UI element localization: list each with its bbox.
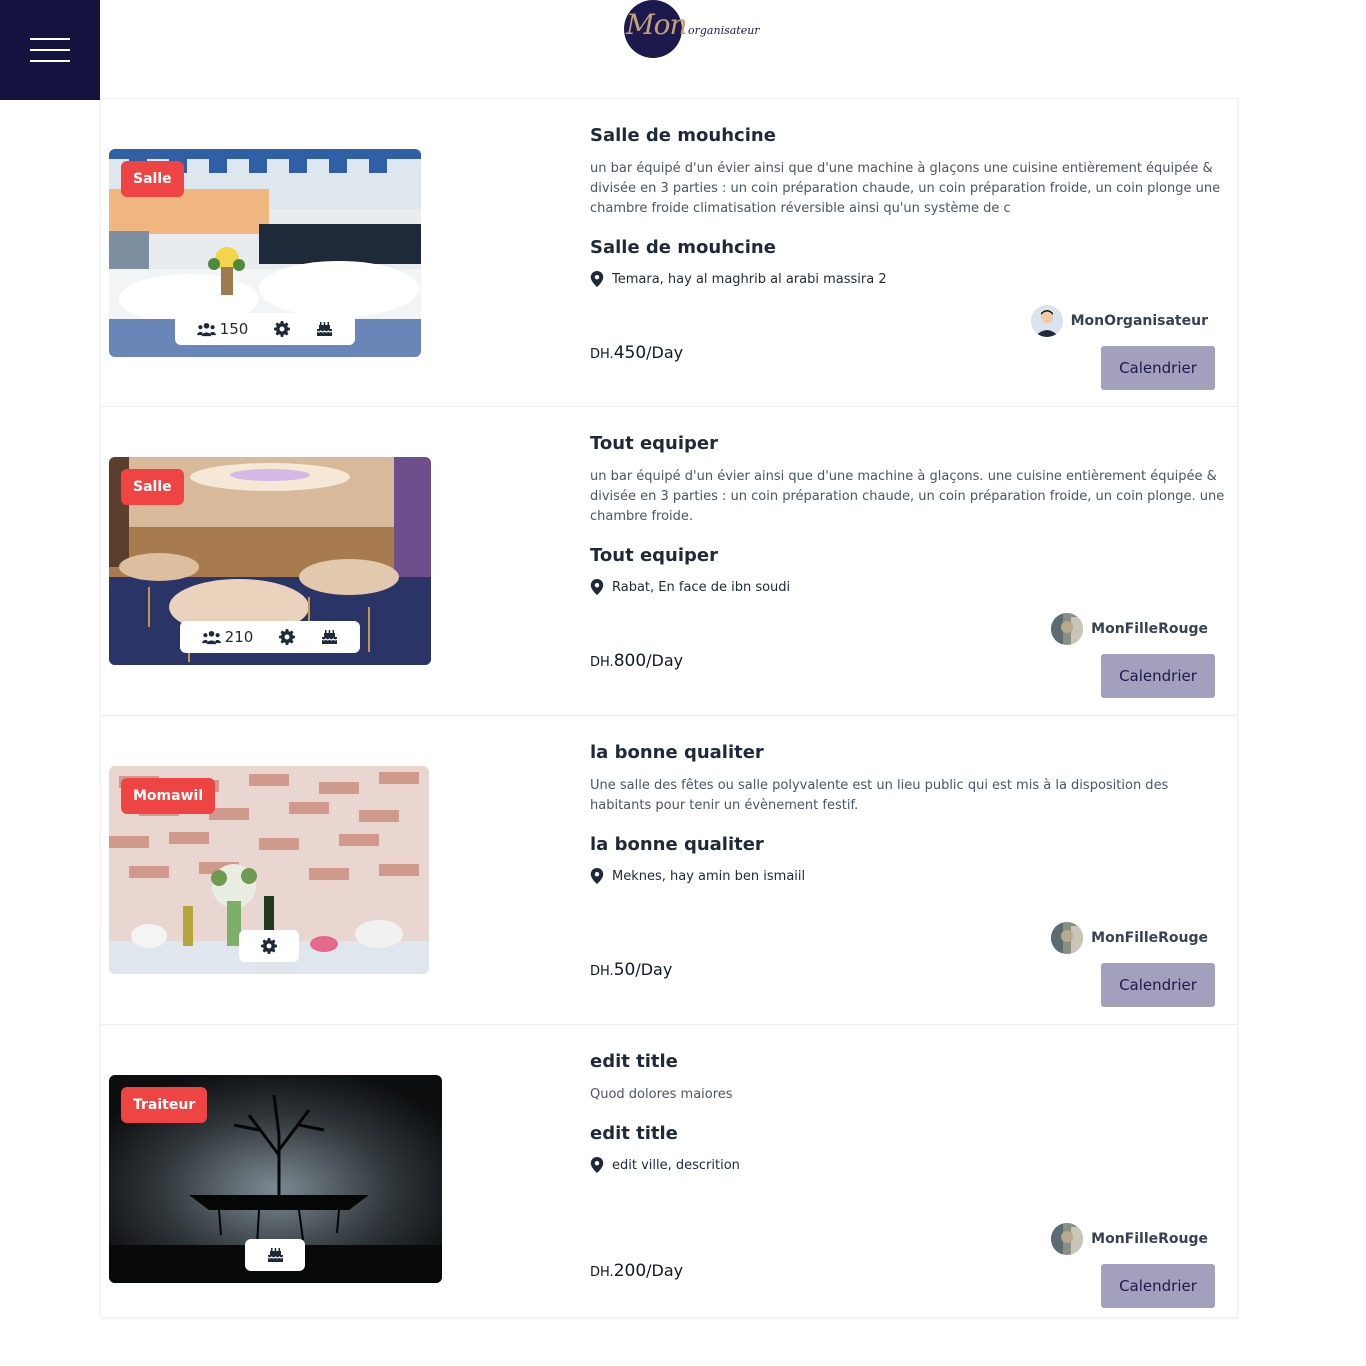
price-amount: 50 bbox=[613, 960, 636, 980]
cake-icon bbox=[321, 630, 338, 644]
listing-title[interactable]: la bonne qualiter bbox=[590, 742, 764, 763]
feature-bar: 150 bbox=[175, 313, 355, 345]
listing-title[interactable]: Tout equiper bbox=[590, 433, 718, 454]
listing-photo[interactable]: Traiteur bbox=[109, 1075, 442, 1283]
menu-toggle-button[interactable] bbox=[0, 0, 100, 100]
map-pin-icon bbox=[590, 271, 604, 287]
owner-name: MonFilleRouge bbox=[1091, 930, 1208, 946]
listing-subtitle: la bonne qualiter bbox=[590, 834, 764, 855]
owner[interactable]: MonFilleRouge bbox=[1051, 1223, 1208, 1255]
cake-icon bbox=[267, 1248, 283, 1262]
listing-description: Une salle des fêtes ou salle polyvalente… bbox=[590, 778, 1169, 813]
owner-name: MonFilleRouge bbox=[1091, 621, 1208, 637]
location-text: edit ville, descrition bbox=[612, 1157, 740, 1173]
listing-price: DH.450/Day bbox=[590, 343, 683, 363]
hamburger-menu-icon-bar bbox=[30, 49, 70, 51]
listing-price: DH.200/Day bbox=[590, 1261, 683, 1281]
price-currency: DH. bbox=[590, 347, 614, 362]
map-pin-icon bbox=[590, 579, 604, 595]
cake-icon bbox=[316, 322, 333, 336]
map-pin-icon bbox=[590, 1157, 604, 1173]
calendar-button[interactable]: Calendrier bbox=[1101, 346, 1215, 390]
listing-title[interactable]: edit title bbox=[590, 1051, 678, 1072]
logo-word: organisateur bbox=[688, 24, 760, 37]
category-badge: Salle bbox=[121, 469, 184, 505]
users-icon bbox=[196, 322, 216, 336]
owner-name: MonOrganisateur bbox=[1070, 313, 1208, 329]
location-text: Rabat, En face de ibn soudi bbox=[612, 579, 791, 595]
listing-location: Rabat, En face de ibn soudi bbox=[590, 579, 790, 595]
location-text: Temara, hay al maghrib al arabi massira … bbox=[612, 271, 887, 287]
avatar bbox=[1051, 1223, 1084, 1255]
listing-location: edit ville, descrition bbox=[590, 1157, 740, 1173]
listing-photo[interactable]: Salle 210 bbox=[109, 457, 431, 665]
price-period: /Day bbox=[646, 651, 684, 670]
location-text: Meknes, hay amin ben ismaiil bbox=[612, 868, 806, 884]
calendar-button[interactable]: Calendrier bbox=[1101, 1264, 1215, 1308]
category-badge: Momawil bbox=[121, 778, 216, 814]
price-amount: 450 bbox=[613, 343, 647, 363]
category-badge: Salle bbox=[121, 161, 184, 197]
calendar-button[interactable]: Calendrier bbox=[1101, 654, 1215, 698]
owner[interactable]: MonOrganisateur bbox=[1030, 305, 1208, 337]
listing-subtitle: Salle de mouhcine bbox=[590, 237, 776, 258]
listing-location: Temara, hay al maghrib al arabi massira … bbox=[590, 271, 887, 287]
price-currency: DH. bbox=[590, 1265, 614, 1280]
price-period: /Day bbox=[646, 343, 684, 362]
avatar bbox=[1051, 613, 1084, 645]
hamburger-menu-icon bbox=[30, 38, 70, 40]
feature-bar: 210 bbox=[180, 621, 360, 653]
price-amount: 800 bbox=[613, 651, 647, 671]
listing-subtitle: Tout equiper bbox=[590, 545, 718, 566]
listing-title[interactable]: Salle de mouhcine bbox=[590, 125, 776, 146]
avatar bbox=[1051, 922, 1084, 954]
hamburger-menu-icon-bar bbox=[30, 60, 70, 62]
capacity-value: 210 bbox=[224, 628, 254, 646]
users-icon bbox=[201, 630, 221, 644]
capacity-feature: 210 bbox=[201, 628, 254, 646]
listing-photo[interactable]: Salle 150 bbox=[109, 149, 421, 357]
owner[interactable]: MonFilleRouge bbox=[1051, 613, 1208, 645]
feature-bar bbox=[239, 930, 299, 962]
owner[interactable]: MonFilleRouge bbox=[1051, 922, 1208, 954]
price-amount: 200 bbox=[613, 1261, 647, 1281]
listing-price: DH.50/Day bbox=[590, 960, 672, 980]
price-currency: DH. bbox=[590, 964, 614, 979]
capacity-feature: 150 bbox=[196, 320, 249, 338]
listing-subtitle: edit title bbox=[590, 1123, 678, 1144]
site-logo[interactable]: Mon organisateur bbox=[608, 0, 768, 62]
listing-description: Quod dolores maiores bbox=[590, 1087, 733, 1102]
listing-card: Salle 210 Tout equiper un bar équipé d'u… bbox=[100, 407, 1238, 716]
calendar-button[interactable]: Calendrier bbox=[1101, 963, 1215, 1007]
capacity-value: 150 bbox=[219, 320, 249, 338]
listing-description: un bar équipé d'un évier ainsi que d'une… bbox=[590, 469, 1225, 524]
listing-list: Salle 150 Salle de mouhcine un bar équip… bbox=[100, 98, 1238, 1318]
gear-icon bbox=[274, 321, 291, 337]
gear-icon bbox=[261, 938, 277, 954]
price-period: /Day bbox=[635, 960, 673, 979]
logo-script: Mon bbox=[626, 8, 688, 41]
listing-card: Momawil la bonne qualiter Une salle des … bbox=[100, 716, 1238, 1025]
gear-icon bbox=[279, 629, 296, 645]
category-badge: Traiteur bbox=[121, 1087, 208, 1123]
listing-location: Meknes, hay amin ben ismaiil bbox=[590, 868, 805, 884]
price-period: /Day bbox=[646, 1261, 684, 1280]
avatar bbox=[1030, 305, 1063, 337]
feature-bar bbox=[245, 1239, 305, 1271]
listing-card: Traiteur edit title Quod dolores maiores… bbox=[100, 1025, 1238, 1318]
listing-card: Salle 150 Salle de mouhcine un bar équip… bbox=[100, 98, 1238, 407]
listing-description: un bar équipé d'un évier ainsi que d'une… bbox=[590, 161, 1221, 216]
map-pin-icon bbox=[590, 868, 604, 884]
listing-photo[interactable]: Momawil bbox=[109, 766, 429, 974]
price-currency: DH. bbox=[590, 655, 614, 670]
owner-name: MonFilleRouge bbox=[1091, 1231, 1208, 1247]
listing-price: DH.800/Day bbox=[590, 651, 683, 671]
